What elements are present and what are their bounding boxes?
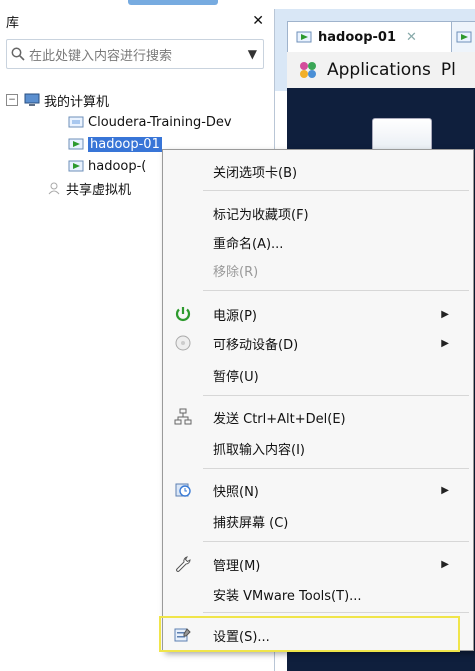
menu-separator [203,290,469,291]
tab-strip: hadoop-01 ✕ Applications Pl [275,9,475,91]
menu-item-send-cad[interactable]: 发送 Ctrl+Alt+Del(E) [163,404,473,430]
menu-item-remove: 移除(R) [213,264,259,280]
library-header: 库 ✕ [0,9,274,33]
menu-item-close-tab[interactable]: 关闭选项卡(B) [163,158,473,184]
search-input[interactable]: 在此处键入内容进行搜索 ▼ [6,39,264,69]
network-icon [173,407,193,427]
vm-running-icon [296,31,312,43]
top-edge [0,0,475,9]
places-menu[interactable]: Pl [441,60,456,80]
power-icon [173,304,193,324]
vm-icon [68,116,84,128]
menu-item-capture-screen[interactable]: 捕获屏幕 (C) [163,508,473,534]
vm-running-icon [68,138,84,150]
tree-item-shared-vms[interactable]: 共享虚拟机 [46,177,131,199]
menu-separator [203,395,469,396]
menu-separator [203,468,469,469]
settings-highlight-box [159,616,460,652]
menu-separator [203,612,469,613]
menu-separator [203,190,469,191]
menu-item-favorite[interactable]: 标记为收藏项(F) [163,200,473,226]
tab-close-icon[interactable]: ✕ [406,30,417,45]
submenu-arrow-icon: ▶ [441,337,449,349]
context-menu: 关闭选项卡(B) 标记为收藏项(F) 重命名(A)... 移除(R) 电源(P)… [162,149,474,651]
tree-item-hadoop-02[interactable]: hadoop-( [68,155,146,177]
submenu-arrow-icon: ▶ [441,484,449,496]
shared-folder-icon [48,182,60,195]
submenu-arrow-icon: ▶ [441,308,449,320]
menu-separator [203,541,469,542]
applications-icon [300,62,316,78]
computer-icon [24,93,40,106]
library-title: 库 [6,15,20,31]
applications-menu[interactable]: Applications [327,60,431,80]
menu-item-install-tools[interactable]: 安装 VMware Tools(T)... [163,581,473,607]
tab-label: hadoop-01 [318,29,396,45]
menu-item-snapshot[interactable]: 快照(N) ▶ [163,477,473,503]
wrench-icon [173,554,193,574]
menu-item-rename[interactable]: 重命名(A)... [163,229,473,255]
top-blue-fragment [128,0,218,5]
tab-hadoop-01[interactable]: hadoop-01 ✕ [287,21,455,52]
vm-running-icon [68,160,84,172]
submenu-arrow-icon: ▶ [441,558,449,570]
search-placeholder: 在此处键入内容进行搜索 [29,48,173,64]
menu-item-removable-devices[interactable]: 可移动设备(D) ▶ [163,330,473,356]
menu-item-manage[interactable]: 管理(M) ▶ [163,551,473,577]
tree-item-cloudera[interactable]: Cloudera-Training-Dev [68,111,232,133]
tab-next[interactable] [451,21,475,52]
vm-running-icon [456,31,472,43]
tree-item-hadoop-01[interactable]: hadoop-01 [68,133,162,155]
menu-item-power[interactable]: 电源(P) ▶ [163,301,473,327]
search-icon [7,47,29,61]
collapse-icon[interactable]: − [6,94,18,106]
menu-item-grab-input[interactable]: 抓取输入内容(I) [163,435,473,461]
tree-item-my-computer[interactable]: − 我的计算机 [6,89,109,111]
snapshot-icon [173,480,193,500]
menu-item-pause[interactable]: 暂停(U) [163,362,473,388]
disc-icon [173,333,193,353]
guest-top-panel: Applications Pl [287,52,475,88]
chevron-down-icon[interactable]: ▼ [248,47,257,61]
close-icon[interactable]: ✕ [252,13,264,29]
